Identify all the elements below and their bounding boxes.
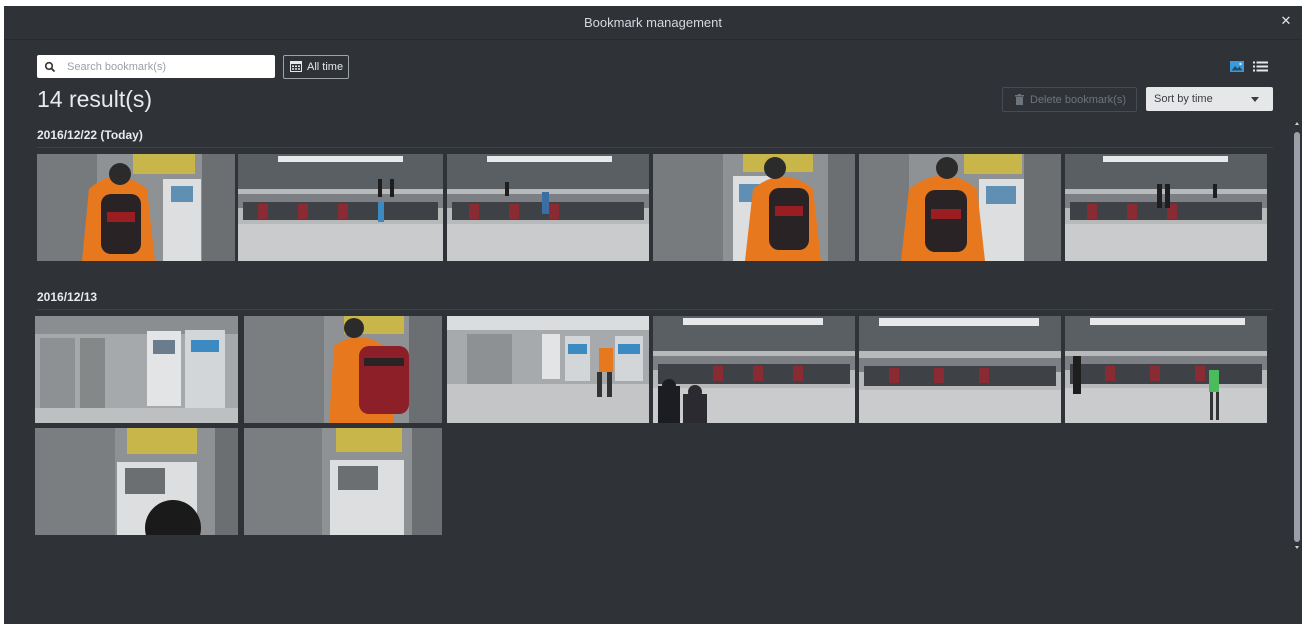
ticket-machine-image (653, 154, 855, 261)
divider (37, 309, 1273, 310)
time-filter-button[interactable]: All time (283, 55, 349, 79)
trash-icon (1015, 94, 1024, 105)
results-count: 14 result(s) (37, 86, 153, 112)
divider (37, 147, 1273, 148)
scroll-down-arrow[interactable] (1295, 546, 1299, 549)
bookmark-thumbnail[interactable] (859, 316, 1061, 423)
bookmark-management-window: Bookmark management ✕ All time (4, 6, 1302, 624)
scroll-up-arrow[interactable] (1295, 122, 1299, 125)
ticket-machines-image (35, 316, 238, 423)
bookmark-thumbnail[interactable] (37, 154, 235, 261)
fare-gates-image (238, 154, 443, 261)
ticket-machines-image (447, 316, 649, 423)
fare-gates-image (1065, 154, 1267, 261)
time-filter-label: All time (307, 61, 344, 73)
ticket-machine-image (244, 428, 442, 535)
search-input[interactable] (67, 57, 267, 76)
bookmark-thumbnail[interactable] (35, 428, 238, 535)
bookmark-thumbnail[interactable] (35, 316, 238, 423)
image-view-icon[interactable] (1230, 61, 1244, 72)
search-box[interactable] (37, 55, 275, 78)
ticket-machine-image (37, 154, 235, 261)
title-bar: Bookmark management ✕ (4, 6, 1302, 40)
bookmark-thumbnail[interactable] (653, 154, 855, 261)
fare-gates-image (859, 316, 1061, 423)
window-title: Bookmark management (583, 15, 722, 30)
fare-gates-image (1065, 316, 1267, 423)
list-view-icon[interactable] (1253, 61, 1268, 72)
search-icon (44, 61, 56, 73)
sort-dropdown[interactable]: Sort by time (1146, 87, 1273, 111)
fare-gates-image (447, 154, 649, 261)
bookmark-thumbnail[interactable] (653, 316, 855, 423)
close-icon[interactable]: ✕ (1278, 13, 1294, 29)
calendar-icon (290, 61, 302, 72)
group-date-1213: 2016/12/13 (37, 290, 98, 304)
ticket-machine-image (35, 428, 238, 535)
group-date-today: 2016/12/22 (Today) (37, 128, 143, 142)
bookmark-thumbnail[interactable] (244, 316, 442, 423)
chevron-down-icon (1251, 97, 1259, 102)
fare-gates-image (653, 316, 855, 423)
bookmark-thumbnail[interactable] (1065, 154, 1267, 261)
bookmark-thumbnail[interactable] (859, 154, 1061, 261)
bookmark-thumbnail[interactable] (244, 428, 442, 535)
bookmark-thumbnail[interactable] (447, 154, 649, 261)
bookmark-thumbnail[interactable] (238, 154, 443, 261)
delete-bookmarks-label: Delete bookmark(s) (1030, 94, 1126, 106)
sort-dropdown-value: Sort by time (1154, 93, 1213, 105)
bookmark-thumbnail[interactable] (1065, 316, 1267, 423)
scrollbar[interactable] (1294, 132, 1300, 542)
bookmark-thumbnail[interactable] (447, 316, 649, 423)
ticket-machine-image (859, 154, 1061, 261)
delete-bookmarks-button[interactable]: Delete bookmark(s) (1002, 87, 1137, 112)
ticket-machine-image (244, 316, 442, 423)
